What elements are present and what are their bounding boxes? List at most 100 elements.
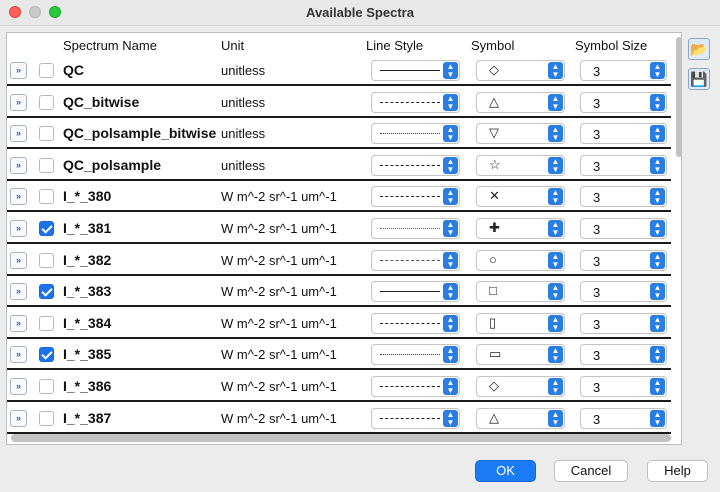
symbol-select[interactable]: ○ ▲ ▼ [476,249,565,271]
symbol-select[interactable]: △ ▲ ▼ [476,91,565,113]
row-checkbox[interactable] [39,315,54,331]
line-style-select[interactable]: ▲ ▼ [371,249,460,271]
chevron-updown-icon: ▲ ▼ [548,220,563,237]
symbol-size-select[interactable]: 3 ▲ ▼ [580,407,667,429]
symbol-select[interactable]: △ ▲ ▼ [476,407,565,429]
line-style-preview [380,386,440,387]
row-checkbox[interactable] [39,126,54,142]
expand-row-button[interactable]: » [10,378,27,395]
cancel-button[interactable]: Cancel [554,460,628,482]
symbol-size-select[interactable]: 3 ▲ ▼ [580,60,667,81]
table-row[interactable]: » I_*_387 W m^-2 sr^-1 um^-1 ▲ ▼ △ ▲ ▼ 3 ▲ ▼ [7,403,671,434]
table-row[interactable]: » I_*_383 W m^-2 sr^-1 um^-1 ▲ ▼ □ ▲ ▼ 3 ▲ ▼ [7,276,671,308]
line-style-select[interactable]: ▲ ▼ [371,91,460,113]
symbol-size-value: 3 [593,316,601,332]
line-style-select[interactable]: ▲ ▼ [371,281,460,303]
expand-row-button[interactable]: » [10,156,27,174]
symbol-select[interactable]: ✚ ▲ ▼ [476,218,565,239]
expand-row-button[interactable]: » [10,62,27,79]
symbol-size-select[interactable]: 3 ▲ ▼ [580,218,667,239]
chevron-updown-icon: ▲ ▼ [443,188,458,206]
line-style-select[interactable]: ▲ ▼ [371,218,460,239]
chevron-updown-icon: ▲ ▼ [443,346,458,364]
chevron-updown-icon: ▲ ▼ [548,378,563,395]
row-checkbox[interactable] [39,379,54,394]
spectrum-unit: W m^-2 sr^-1 um^-1 [221,347,337,363]
spectrum-name: I_*_382 [63,251,112,268]
row-checkbox[interactable] [39,63,54,78]
table-row[interactable]: » QC_polsample_bitwise unitless ▲ ▼ ▽ ▲ ▼ 3 ▲ ▼ [7,118,671,150]
chevron-updown-icon: ▲ ▼ [650,188,665,206]
symbol-size-select[interactable]: 3 ▲ ▼ [580,376,667,397]
help-button[interactable]: Help [647,460,708,482]
row-checkbox[interactable] [39,284,54,300]
open-folder-icon[interactable]: 📂 [688,38,710,60]
table-row[interactable]: » I_*_381 W m^-2 sr^-1 um^-1 ▲ ▼ ✚ ▲ ▼ 3 ▲ ▼ [7,213,671,244]
row-checkbox[interactable] [39,252,54,268]
symbol-select[interactable]: □ ▲ ▼ [476,281,565,303]
vertical-scrollbar[interactable] [676,37,681,157]
expand-row-button[interactable]: » [10,93,27,111]
row-checkbox[interactable] [39,157,54,173]
column-header-line-style: Line Style [366,38,424,53]
table-row[interactable]: » I_*_385 W m^-2 sr^-1 um^-1 ▲ ▼ ▭ ▲ ▼ 3 ▲ ▼ [7,339,671,371]
save-icon[interactable]: 💾 [688,68,710,90]
chevron-updown-icon: ▲ ▼ [443,314,458,332]
line-style-select[interactable]: ▲ ▼ [371,186,460,208]
table-row[interactable]: » I_*_384 W m^-2 sr^-1 um^-1 ▲ ▼ ▯ ▲ ▼ 3 ▲ ▼ [7,308,671,339]
spectrum-unit: unitless [221,126,266,142]
expand-row-button[interactable]: » [10,283,27,301]
symbol-select[interactable]: ☆ ▲ ▼ [476,154,565,176]
line-style-select[interactable]: ▲ ▼ [371,407,460,429]
symbol-size-select[interactable]: 3 ▲ ▼ [580,154,667,176]
symbol-size-value: 3 [593,95,601,111]
line-style-select[interactable]: ▲ ▼ [371,60,460,81]
spectrum-unit: W m^-2 sr^-1 um^-1 [221,284,337,300]
horizontal-scrollbar[interactable] [11,434,671,442]
line-style-select[interactable]: ▲ ▼ [371,312,460,334]
symbol-size-select[interactable]: 3 ▲ ▼ [580,344,667,366]
table-row[interactable]: » I_*_382 W m^-2 sr^-1 um^-1 ▲ ▼ ○ ▲ ▼ 3 ▲ ▼ [7,245,671,276]
expand-row-button[interactable]: » [10,220,27,237]
row-checkbox[interactable] [39,410,54,426]
symbol-size-select[interactable]: 3 ▲ ▼ [580,186,667,208]
expand-row-button[interactable]: » [10,314,27,332]
symbol-select[interactable]: ◇ ▲ ▼ [476,60,565,81]
ok-button[interactable]: OK [475,460,536,482]
line-style-select[interactable]: ▲ ▼ [371,376,460,397]
row-checkbox[interactable] [39,189,54,205]
symbol-select[interactable]: ▯ ▲ ▼ [476,312,565,334]
expand-row-button[interactable]: » [10,409,27,427]
table-row[interactable]: » QC unitless ▲ ▼ ◇ ▲ ▼ 3 ▲ ▼ [7,55,671,86]
table-row[interactable]: » I_*_386 W m^-2 sr^-1 um^-1 ▲ ▼ ◇ ▲ ▼ 3 ▲ ▼ [7,371,671,402]
expand-row-button[interactable]: » [10,346,27,364]
table-row[interactable]: » QC_bitwise unitless ▲ ▼ △ ▲ ▼ 3 ▲ ▼ [7,87,671,118]
symbol-size-select[interactable]: 3 ▲ ▼ [580,281,667,303]
line-style-select[interactable]: ▲ ▼ [371,154,460,176]
row-checkbox[interactable] [39,94,54,110]
symbol-size-select[interactable]: 3 ▲ ▼ [580,91,667,113]
symbol-size-select[interactable]: 3 ▲ ▼ [580,249,667,271]
symbol-size-select[interactable]: 3 ▲ ▼ [580,123,667,145]
line-style-select[interactable]: ▲ ▼ [371,344,460,366]
row-checkbox[interactable] [39,347,54,363]
symbol-select[interactable]: ▽ ▲ ▼ [476,123,565,145]
spectra-table: Spectrum Name Unit Line Style Symbol Sym… [6,32,682,445]
expand-row-button[interactable]: » [10,188,27,206]
line-style-select[interactable]: ▲ ▼ [371,123,460,145]
symbol-select[interactable]: ◇ ▲ ▼ [476,376,565,397]
row-checkbox[interactable] [39,221,54,236]
symbol-glyph: ▯ [489,314,497,330]
chevron-updown-icon: ▲ ▼ [650,125,665,143]
expand-row-button[interactable]: » [10,125,27,143]
title-bar: Available Spectra [0,0,720,26]
spectrum-name: QC_polsample [63,156,162,173]
symbol-size-select[interactable]: 3 ▲ ▼ [580,312,667,334]
symbol-select[interactable]: ✕ ▲ ▼ [476,186,565,208]
table-row[interactable]: » QC_polsample unitless ▲ ▼ ☆ ▲ ▼ 3 ▲ ▼ [7,150,671,181]
spectrum-name: I_*_380 [63,188,112,205]
expand-row-button[interactable]: » [10,251,27,269]
symbol-select[interactable]: ▭ ▲ ▼ [476,344,565,366]
table-row[interactable]: » I_*_380 W m^-2 sr^-1 um^-1 ▲ ▼ ✕ ▲ ▼ 3 ▲ ▼ [7,181,671,213]
chevron-updown-icon: ▲ ▼ [548,346,563,364]
